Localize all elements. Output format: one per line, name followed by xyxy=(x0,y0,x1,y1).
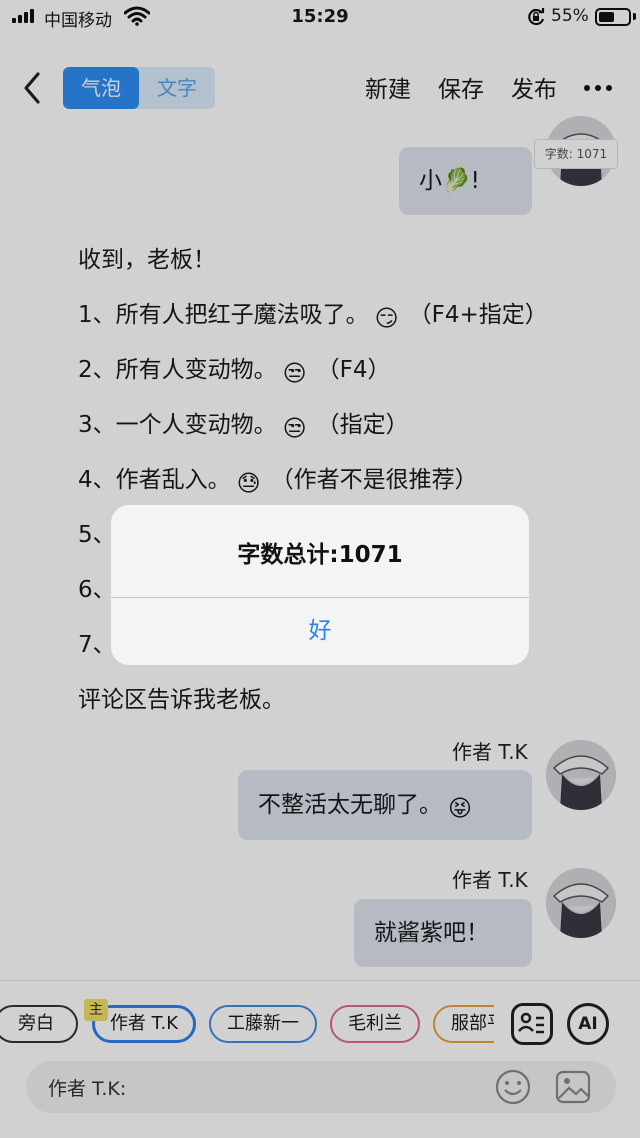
alert-ok-button[interactable]: 好 xyxy=(111,598,529,665)
alert-title: 字数总计:1071 xyxy=(237,542,403,568)
word-count-alert: 字数总计:1071 好 xyxy=(111,505,529,665)
